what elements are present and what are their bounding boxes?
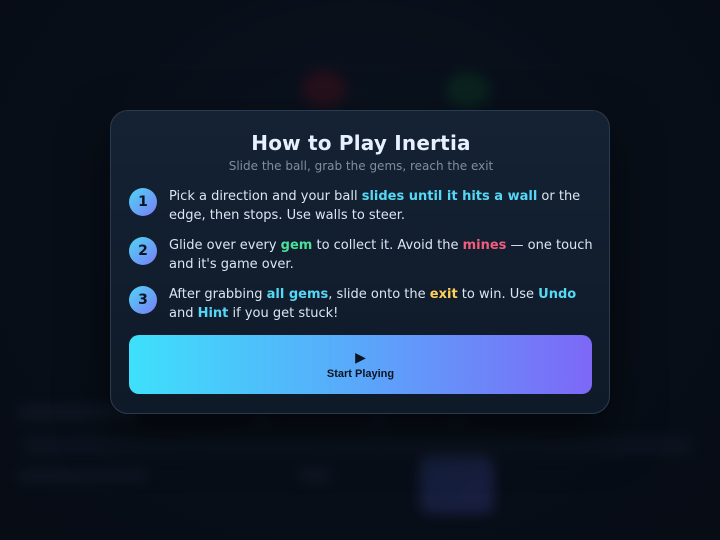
play-icon: ▶ (355, 349, 366, 365)
instruction-step: 2 Glide over every gem to collect it. Av… (129, 236, 595, 280)
highlight-cyan: all gems (266, 287, 329, 302)
step-text-fragment: , slide onto the (328, 287, 430, 302)
step-text: Glide over every gem to collect it. Avoi… (169, 236, 595, 274)
step-text: Pick a direction and your ball slides un… (169, 187, 595, 225)
highlight-green: gem (280, 238, 313, 253)
dialog-title: How to Play Inertia (251, 131, 471, 155)
step-number-badge: 3 (129, 286, 157, 314)
step-text-fragment: if you get stuck! (228, 306, 339, 321)
game-screen: How to Play Inertia Slide the ball, grab… (0, 0, 720, 540)
highlight-cyan: Undo (538, 287, 577, 302)
highlight-yellow: exit (429, 287, 458, 302)
highlight-pink: mines (462, 238, 507, 253)
start-playing-button[interactable]: ▶ Start Playing (129, 335, 592, 394)
step-text-fragment: and (169, 306, 198, 321)
step-text-fragment: to collect it. Avoid the (312, 238, 463, 253)
instruction-step: 1 Pick a direction and your ball slides … (129, 187, 595, 231)
step-text-fragment: to win. Use (457, 287, 539, 302)
how-to-play-dialog: How to Play Inertia Slide the ball, grab… (110, 110, 610, 414)
step-text: After grabbing all gems, slide onto the … (169, 285, 595, 323)
highlight-cyan: slides until it hits a wall (361, 189, 538, 204)
step-text-fragment: Pick a direction and your ball (169, 189, 362, 204)
dialog-subtitle: Slide the ball, grab the gems, reach the… (228, 159, 494, 173)
highlight-cyan: Hint (197, 306, 229, 321)
step-number-badge: 2 (129, 237, 157, 265)
step-number-badge: 1 (129, 188, 157, 216)
start-button-label: Start Playing (326, 368, 395, 380)
step-text-fragment: Glide over every (169, 238, 281, 253)
instruction-step: 3 After grabbing all gems, slide onto th… (129, 285, 595, 329)
step-text-fragment: After grabbing (169, 287, 267, 302)
